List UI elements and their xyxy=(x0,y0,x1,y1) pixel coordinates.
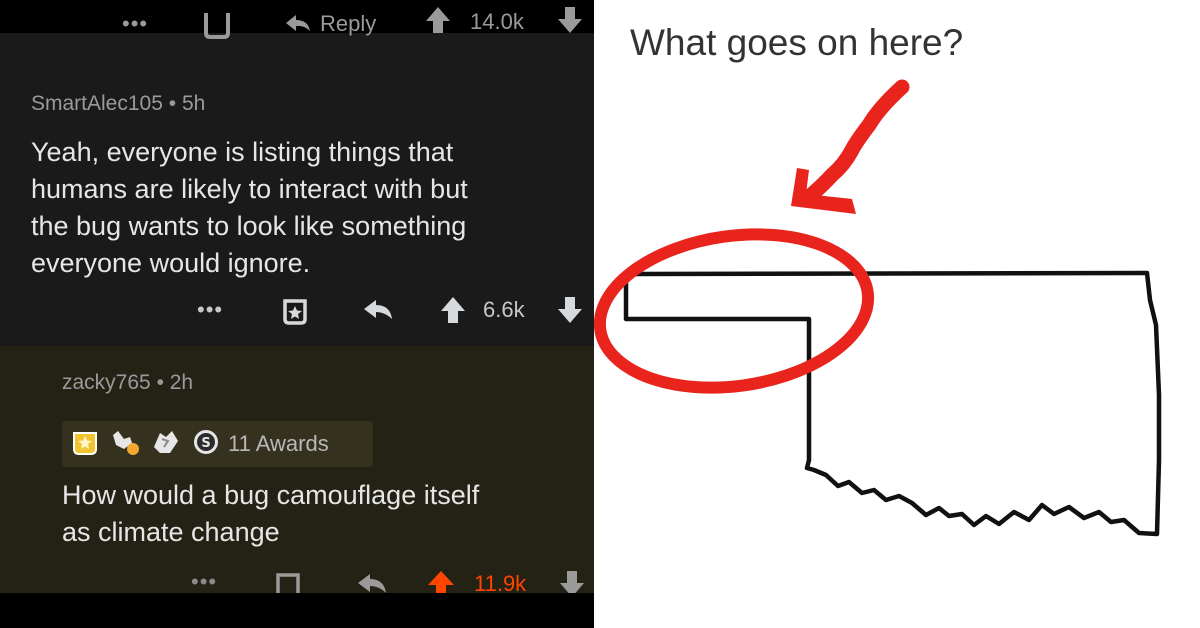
comment-body: How would a bug camouflage itself as cli… xyxy=(62,480,480,547)
red-arrow-shaft xyxy=(802,79,910,204)
awards-strip[interactable]: S 11 Awards xyxy=(62,421,373,467)
downvote-icon[interactable] xyxy=(556,295,584,325)
oklahoma-map-drawing xyxy=(594,79,1162,537)
awards-count: 11 Awards xyxy=(228,431,329,456)
more-options-icon[interactable]: ••• xyxy=(197,297,223,323)
cutoff-action-row: ••• Reply 14.0k xyxy=(0,7,594,41)
score: 14.0k xyxy=(470,9,524,34)
comment-meta: zacky765 • 2h xyxy=(62,371,193,395)
score: 6.6k xyxy=(483,297,525,322)
downvote-icon[interactable] xyxy=(556,5,584,35)
comment-smartalec: ••• Reply 14.0k SmartAlec105 • 5h Yeah, … xyxy=(0,7,594,346)
award-icon[interactable] xyxy=(279,295,311,327)
comment-meta: SmartAlec105 • 5h xyxy=(31,92,205,116)
more-options-icon[interactable]: ••• xyxy=(191,569,217,595)
comment-body: Yeah, everyone is listing things that hu… xyxy=(31,137,468,278)
silver-award-icon: S xyxy=(192,428,220,461)
gold-award-icon xyxy=(70,427,100,462)
meta-separator: • xyxy=(168,92,182,115)
reddit-thread-panel: ••• Reply 14.0k SmartAlec105 • 5h Yeah, … xyxy=(0,0,594,628)
timestamp: 2h xyxy=(169,371,194,394)
comment-action-row: ••• 6.6k xyxy=(0,297,594,327)
reply-icon[interactable] xyxy=(361,297,395,325)
reply-button[interactable]: Reply xyxy=(282,9,376,39)
clapping-award-icon xyxy=(150,427,184,462)
bottom-black-bar xyxy=(0,593,594,628)
hands-award-icon xyxy=(108,427,142,462)
upvote-icon[interactable] xyxy=(424,5,452,35)
oklahoma-outline xyxy=(623,270,1162,537)
upvote-icon[interactable] xyxy=(439,295,467,325)
timestamp: 5h xyxy=(181,92,206,115)
reply-label: Reply xyxy=(320,11,377,36)
author-name[interactable]: zacky765 xyxy=(62,371,151,394)
meta-separator: • xyxy=(156,371,170,394)
oklahoma-meme-panel: What goes on here? xyxy=(594,0,1200,628)
author-name[interactable]: SmartAlec105 xyxy=(31,92,163,115)
more-options-icon[interactable]: ••• xyxy=(122,11,148,37)
svg-text:S: S xyxy=(201,436,210,451)
award-icon[interactable] xyxy=(200,7,234,41)
